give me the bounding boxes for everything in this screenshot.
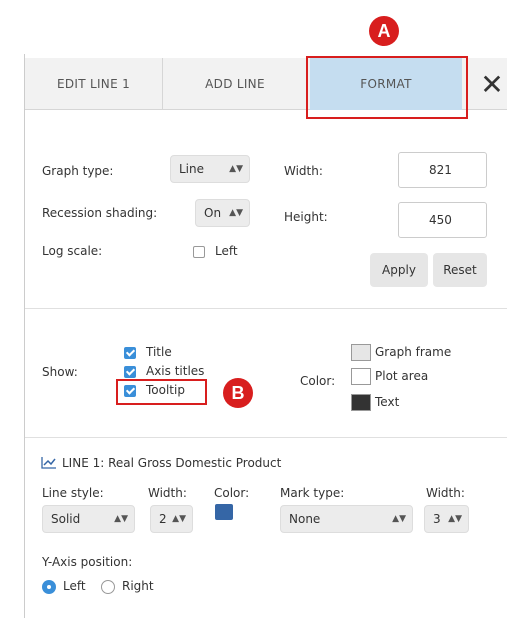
color-label: Color: (300, 374, 336, 388)
callout-b-text: B (231, 382, 245, 403)
line1-header: LINE 1: Real Gross Domestic Product (62, 456, 282, 470)
mark-type-select[interactable]: None ▲▼ (280, 505, 413, 533)
tab-add-line-label: ADD LINE (205, 77, 265, 91)
apply-button[interactable]: Apply (370, 253, 428, 287)
line-style-select[interactable]: Solid ▲▼ (42, 505, 135, 533)
callout-b-highlight (116, 379, 207, 405)
select-arrows-icon: ▲▼ (392, 514, 406, 524)
line-style-label: Line style: (42, 486, 104, 500)
callout-a-text: A (377, 20, 391, 41)
log-scale-left-label: Left (215, 244, 238, 258)
log-scale-left-checkbox[interactable] (193, 246, 205, 258)
section-divider (25, 308, 507, 309)
mark-type-value: None (289, 512, 321, 526)
line-width-label: Width: (148, 486, 187, 500)
select-arrows-icon: ▲▼ (229, 164, 243, 174)
line-style-value: Solid (51, 512, 81, 526)
graph-type-label: Graph type: (42, 164, 114, 178)
text-color-label: Text (375, 395, 400, 409)
panel-border (24, 54, 25, 618)
y-axis-right-label: Right (122, 579, 154, 593)
select-arrows-icon: ▲▼ (448, 514, 462, 524)
line-color-label: Color: (214, 486, 250, 500)
height-label: Height: (284, 210, 328, 224)
callout-b-badge: B (223, 378, 253, 408)
line-width-value: 2 (159, 512, 167, 526)
plot-area-swatch[interactable] (351, 368, 371, 385)
y-axis-left-label: Left (63, 579, 86, 593)
y-axis-position-label: Y-Axis position: (42, 555, 133, 569)
callout-a-badge: A (369, 16, 399, 46)
graph-type-select[interactable]: Line ▲▼ (170, 155, 250, 183)
tab-add-line[interactable]: ADD LINE (163, 58, 308, 110)
log-scale-label: Log scale: (42, 244, 103, 258)
select-arrows-icon: ▲▼ (229, 208, 243, 218)
show-axis-titles-checkbox[interactable] (124, 366, 136, 378)
graph-frame-swatch[interactable] (351, 344, 371, 361)
show-label: Show: (42, 365, 78, 379)
width-label: Width: (284, 164, 323, 178)
mark-width-select[interactable]: 3 ▲▼ (424, 505, 469, 533)
show-axis-titles-label: Axis titles (146, 364, 205, 378)
callout-a-highlight (306, 56, 468, 119)
recession-shading-select[interactable]: On ▲▼ (195, 199, 250, 227)
width-input[interactable]: 821 (398, 152, 487, 188)
graph-type-value: Line (179, 162, 205, 176)
line-color-swatch[interactable] (215, 504, 233, 520)
width-input-value: 821 (429, 163, 452, 177)
section-divider (25, 437, 507, 438)
height-input[interactable]: 450 (398, 202, 487, 238)
tab-edit-line-1[interactable]: EDIT LINE 1 (25, 58, 163, 110)
recession-shading-label: Recession shading: (42, 206, 158, 220)
graph-frame-label: Graph frame (375, 345, 452, 359)
recession-shading-value: On (204, 206, 222, 220)
y-axis-right-radio[interactable] (101, 580, 115, 594)
line-chart-icon (41, 457, 56, 469)
mark-type-label: Mark type: (280, 486, 345, 500)
mark-width-label: Width: (426, 486, 465, 500)
mark-width-value: 3 (433, 512, 441, 526)
reset-button[interactable]: Reset (433, 253, 487, 287)
tab-edit-line-1-label: EDIT LINE 1 (56, 77, 131, 91)
y-axis-left-radio[interactable] (42, 580, 56, 594)
line-width-select[interactable]: 2 ▲▼ (150, 505, 193, 533)
select-arrows-icon: ▲▼ (114, 514, 128, 524)
show-title-checkbox[interactable] (124, 347, 136, 359)
plot-area-label: Plot area (375, 369, 429, 383)
select-arrows-icon: ▲▼ (172, 514, 186, 524)
close-icon[interactable]: ✕ (478, 70, 506, 100)
height-input-value: 450 (429, 213, 452, 227)
show-title-label: Title (146, 345, 172, 359)
text-color-swatch[interactable] (351, 394, 371, 411)
